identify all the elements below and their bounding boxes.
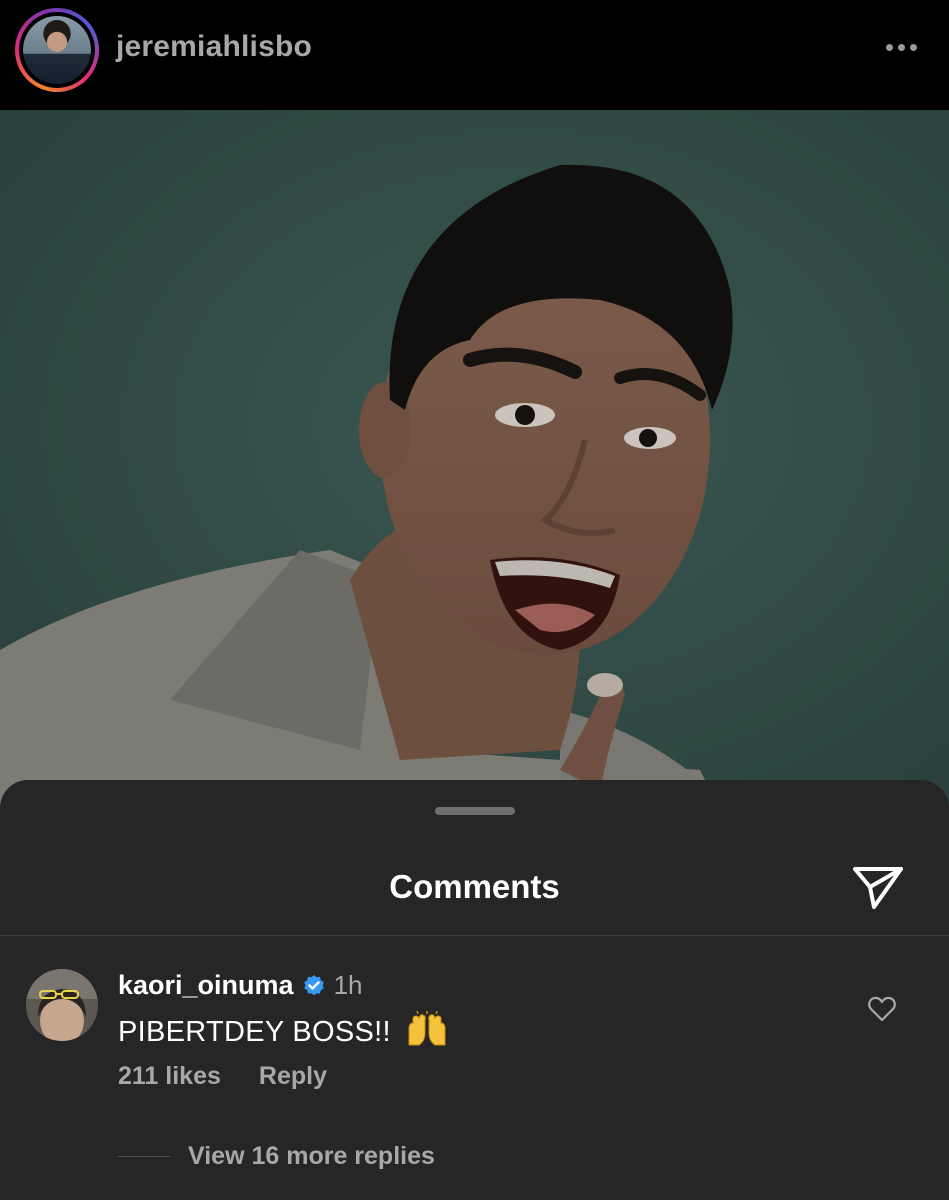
comments-sheet: Comments kaori_oinuma 1h PIBERTDEY BOSS!… <box>0 780 949 1200</box>
comment-meta: 211 likes Reply <box>118 1062 327 1091</box>
more-options-icon[interactable] <box>886 44 917 51</box>
commenter-avatar-image <box>26 969 98 1041</box>
view-replies-label[interactable]: View 16 more replies <box>188 1142 435 1171</box>
post-photo-illustration <box>0 110 949 810</box>
reply-button[interactable]: Reply <box>259 1062 327 1091</box>
sheet-title: Comments <box>389 868 560 905</box>
raising-hands-icon <box>408 1011 446 1046</box>
send-icon[interactable] <box>852 865 904 911</box>
comment-username[interactable]: kaori_oinuma <box>118 970 294 1001</box>
comment-item: kaori_oinuma 1h PIBERTDEY BOSS!! 211 lik… <box>0 966 949 1186</box>
view-more-replies[interactable]: View 16 more replies <box>118 1142 435 1171</box>
profile-avatar[interactable] <box>23 16 91 84</box>
comment-body: PIBERTDEY BOSS!! <box>118 1016 391 1048</box>
post-header: jeremiahlisbo <box>0 0 949 110</box>
commenter-avatar[interactable] <box>26 969 98 1041</box>
post-photo <box>0 110 949 810</box>
comment-text: PIBERTDEY BOSS!! <box>118 1011 449 1049</box>
sheet-divider <box>0 935 949 936</box>
comment-timestamp: 1h <box>333 970 363 1000</box>
verified-badge-icon <box>303 974 324 995</box>
post-username[interactable]: jeremiahlisbo <box>116 30 312 64</box>
replies-divider-line <box>118 1156 170 1157</box>
comment-likes[interactable]: 211 likes <box>118 1062 221 1091</box>
comment-header: kaori_oinuma 1h <box>118 970 362 1001</box>
heart-icon[interactable] <box>868 996 896 1022</box>
sheet-drag-handle[interactable] <box>435 807 515 815</box>
story-ring[interactable] <box>15 8 99 92</box>
